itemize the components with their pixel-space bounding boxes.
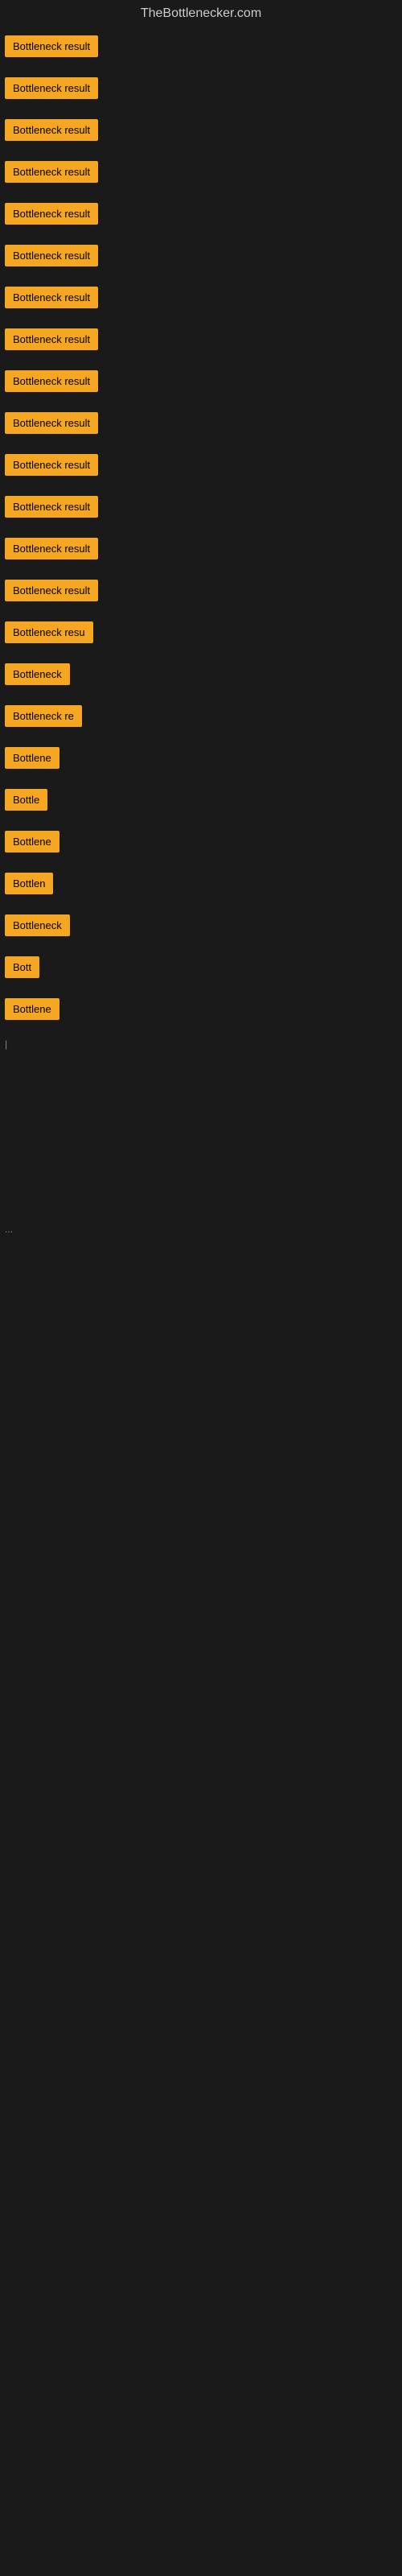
site-title: TheBottlenecker.com	[0, 0, 402, 27]
bottleneck-result-badge[interactable]: Bottleneck result	[5, 496, 98, 518]
bottleneck-row: Bottleneck result	[0, 446, 402, 488]
bottleneck-result-badge[interactable]: Bottleneck result	[5, 119, 98, 141]
bottleneck-row: Bottleneck resu	[0, 613, 402, 655]
separator-mark: |	[0, 1032, 402, 1056]
bottleneck-row: Bottleneck	[0, 906, 402, 948]
bottleneck-result-badge[interactable]: Bottleneck result	[5, 412, 98, 434]
bottleneck-row: Bottleneck result	[0, 153, 402, 195]
bottleneck-row: Bottleneck result	[0, 69, 402, 111]
ellipsis-mark: ...	[0, 1217, 402, 1241]
bottleneck-row: Bottleneck	[0, 655, 402, 697]
site-title-text: TheBottlenecker.com	[141, 6, 261, 20]
bottleneck-row: Bottleneck result	[0, 320, 402, 362]
bottleneck-result-badge[interactable]: Bottleneck result	[5, 538, 98, 559]
bottleneck-row: Bottleneck result	[0, 27, 402, 69]
bottleneck-result-badge[interactable]: Bottleneck result	[5, 35, 98, 57]
bottleneck-result-badge[interactable]: Bottleneck result	[5, 454, 98, 476]
bottleneck-row: Bottle	[0, 781, 402, 823]
bottleneck-row: Bottleneck result	[0, 195, 402, 237]
bottleneck-row: Bottleneck result	[0, 488, 402, 530]
bottleneck-row: Bottlene	[0, 823, 402, 865]
bottleneck-row: Bottleneck result	[0, 237, 402, 279]
bottleneck-result-badge[interactable]: Bottleneck result	[5, 328, 98, 350]
bottleneck-result-badge[interactable]: Bottleneck result	[5, 161, 98, 183]
bottleneck-row: Bottleneck result	[0, 362, 402, 404]
bottleneck-row: Bott	[0, 948, 402, 990]
bottleneck-result-badge[interactable]: Bottlen	[5, 873, 53, 894]
bottleneck-row: Bottlene	[0, 990, 402, 1032]
bottleneck-row: Bottleneck result	[0, 111, 402, 153]
bottleneck-row: Bottlen	[0, 865, 402, 906]
bottleneck-result-badge[interactable]: Bottleneck	[5, 663, 70, 685]
vertical-mark: |	[0, 1035, 12, 1053]
bottleneck-row: Bottleneck result	[0, 279, 402, 320]
ellipsis-text: ...	[0, 1220, 18, 1238]
bottleneck-result-badge[interactable]: Bottleneck result	[5, 370, 98, 392]
bottleneck-result-badge[interactable]: Bottleneck result	[5, 287, 98, 308]
bottleneck-row: Bottleneck result	[0, 404, 402, 446]
bottleneck-result-badge[interactable]: Bottleneck resu	[5, 621, 93, 643]
bottleneck-result-badge[interactable]: Bott	[5, 956, 39, 978]
bottleneck-result-badge[interactable]: Bottle	[5, 789, 47, 811]
bottleneck-result-badge[interactable]: Bottlene	[5, 747, 59, 769]
bottleneck-result-badge[interactable]: Bottlene	[5, 831, 59, 852]
bottleneck-result-badge[interactable]: Bottlene	[5, 998, 59, 1020]
bottleneck-row: Bottleneck result	[0, 572, 402, 613]
bottleneck-result-badge[interactable]: Bottleneck result	[5, 580, 98, 601]
bottleneck-result-badge[interactable]: Bottleneck result	[5, 203, 98, 225]
bottleneck-result-badge[interactable]: Bottleneck	[5, 914, 70, 936]
bottleneck-result-badge[interactable]: Bottleneck result	[5, 245, 98, 266]
bottleneck-row: Bottleneck re	[0, 697, 402, 739]
bottleneck-row: Bottleneck result	[0, 530, 402, 572]
bottleneck-result-badge[interactable]: Bottleneck re	[5, 705, 82, 727]
bottleneck-result-badge[interactable]: Bottleneck result	[5, 77, 98, 99]
bottleneck-row: Bottlene	[0, 739, 402, 781]
